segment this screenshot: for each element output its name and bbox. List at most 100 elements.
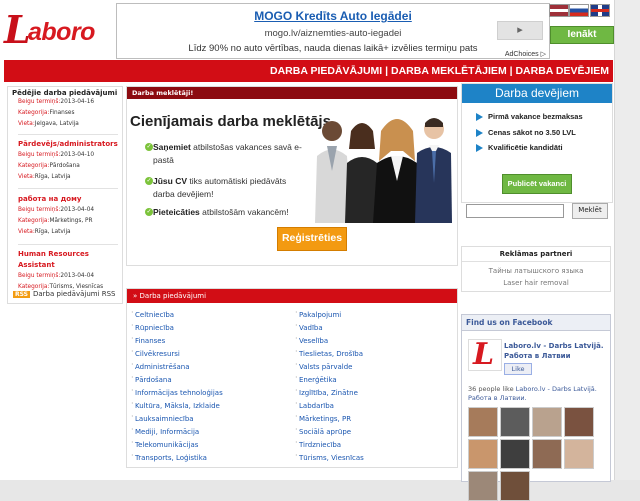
check-icon: ✓ xyxy=(145,177,153,185)
location: Rīga, Latvija xyxy=(34,174,71,180)
job-categories-header[interactable]: » Darba piedāvājumi xyxy=(127,289,457,303)
location: Jelgava, Latvija xyxy=(34,121,79,127)
category-link[interactable]: Finanses xyxy=(131,334,165,345)
facebook-title: Find us on Facebook xyxy=(462,315,610,331)
category-link[interactable]: Pārdošana xyxy=(131,373,172,384)
category-link[interactable]: Celtniecība xyxy=(131,308,174,319)
post-vacancy-button[interactable]: Publicēt vakanci xyxy=(502,174,572,194)
employer-benefit-text: Pirmā vakance bezmaksas xyxy=(488,112,583,121)
latvia-flag-icon[interactable] xyxy=(549,4,569,17)
latest-jobs-title: Pēdējie darba piedāvājumi xyxy=(12,89,118,97)
employer-benefit: Pirmā vakance bezmaksas xyxy=(476,112,583,121)
location-label: Vieta: xyxy=(18,174,35,180)
job-seekers-panel: Darba meklētāji! Cienījamais darba meklē… xyxy=(126,86,458,266)
page: L aboro MOGO Kredīts Auto Iegādei mogo.l… xyxy=(0,0,615,501)
category-link[interactable]: Labdarība xyxy=(295,399,334,410)
language-switcher xyxy=(549,4,611,17)
fan-avatar[interactable] xyxy=(564,439,594,469)
ad-arrow-button[interactable]: ▸ xyxy=(497,21,543,40)
site-logo[interactable]: L aboro xyxy=(4,11,112,49)
benefit-bold: Jūsu CV xyxy=(153,176,188,186)
job-seekers-title: Cienījamais darba meklētājs xyxy=(130,113,331,130)
fan-avatar[interactable] xyxy=(532,407,562,437)
facebook-like-button[interactable]: Like xyxy=(504,363,532,375)
fan-avatar[interactable] xyxy=(564,407,594,437)
job-item[interactable]: Pārdevējs/administrators Beigu termiņš:2… xyxy=(18,139,124,183)
job-title[interactable]: Pārdevējs/administrators xyxy=(18,139,124,150)
login-button[interactable]: Ienākt xyxy=(550,26,614,44)
benefit-item: ✓ Jūsu CV tiks automātiski piedāvāts dar… xyxy=(145,175,308,200)
fan-avatar[interactable] xyxy=(468,439,498,469)
ad-url[interactable]: mogo.lv/aiznemties-auto-iegadei xyxy=(117,28,549,39)
job-item[interactable]: Human Resources Assistant Beigu termiņš:… xyxy=(18,249,124,293)
job-title[interactable]: Human Resources Assistant xyxy=(18,249,124,271)
ad-description: Līdz 90% no auto vērtības, nauda dienas … xyxy=(188,43,478,54)
job-item[interactable]: работа на дому Beigu termiņš:2013-04-04 … xyxy=(18,194,124,238)
category-link[interactable]: Kultūra, Māksla, Izklaide xyxy=(131,399,220,410)
location-label: Vieta: xyxy=(18,229,35,235)
category-link[interactable]: Mediji, Informācija xyxy=(131,425,199,436)
benefit-text: atbilstošām vakancēm! xyxy=(199,207,289,217)
russia-flag-icon[interactable] xyxy=(569,4,589,17)
search-button[interactable]: Meklēt xyxy=(572,203,608,219)
search-input[interactable] xyxy=(466,204,564,218)
category-link[interactable]: Enerģētika xyxy=(295,373,337,384)
adchoices-icon[interactable]: AdChoices ▷ xyxy=(502,50,548,58)
main-nav: DARBA PIEDĀVĀJUMI | DARBA MEKLĒTĀJIEM | … xyxy=(4,60,613,82)
location-label: Vieta: xyxy=(18,121,35,127)
fan-avatar[interactable] xyxy=(468,471,498,501)
facebook-page-logo[interactable]: L xyxy=(468,337,502,372)
fan-avatar[interactable] xyxy=(500,471,530,501)
category-link[interactable]: Cilvēkresursi xyxy=(131,347,180,358)
category-label: Kategorija: xyxy=(18,110,50,116)
page-scrollbar[interactable] xyxy=(614,0,640,480)
partner-link[interactable]: Тайны латышского языка xyxy=(462,267,610,275)
deadline: 2013-04-10 xyxy=(60,152,95,158)
job-item[interactable]: Beigu termiņš:2013-04-16 Kategorija:Fina… xyxy=(18,97,124,130)
job-seekers-header: Darba meklētāji! xyxy=(127,87,457,99)
ad-partners: Reklāmas partneri Тайны латышского языка… xyxy=(461,246,611,292)
deadline: 2013-04-16 xyxy=(60,99,95,105)
nav-links[interactable]: DARBA PIEDĀVĀJUMI | DARBA MEKLĒTĀJIEM | … xyxy=(270,65,609,77)
fan-avatar[interactable] xyxy=(532,439,562,469)
category-link[interactable]: Informācijas tehnoloģijas xyxy=(131,386,223,397)
fan-avatar[interactable] xyxy=(468,407,498,437)
category-link[interactable]: Vadība xyxy=(295,321,323,332)
category-link[interactable]: Tieslietas, Drošība xyxy=(295,347,363,358)
divider xyxy=(18,134,118,135)
category-link[interactable]: Tirdzniecība xyxy=(295,438,341,449)
rss-link[interactable]: RSS Darba piedāvājumi RSS xyxy=(13,290,116,298)
divider xyxy=(18,244,118,245)
category-link[interactable]: Valsts pārvalde xyxy=(295,360,353,371)
category-link[interactable]: Rūpniecība xyxy=(131,321,174,332)
deadline: 2013-04-04 xyxy=(60,207,95,213)
category: Pārdošana xyxy=(49,163,80,169)
category-link[interactable]: Tūrisms, Viesnīcas xyxy=(295,451,364,462)
business-people-image xyxy=(315,118,452,223)
category-link[interactable]: Telekomunikācijas xyxy=(131,438,198,449)
employers-header: Darba devējiem xyxy=(462,84,612,103)
deadline-label: Beigu termiņš: xyxy=(18,273,61,279)
fan-avatar[interactable] xyxy=(500,407,530,437)
partner-link[interactable]: Laser hair removal xyxy=(462,279,610,287)
fan-avatar[interactable] xyxy=(500,439,530,469)
job-title[interactable]: работа на дому xyxy=(18,194,124,205)
uk-flag-icon[interactable] xyxy=(590,4,610,17)
category-link[interactable]: Mārketings, PR xyxy=(295,412,351,423)
arrow-right-icon xyxy=(476,144,483,152)
facebook-page-name[interactable]: Laboro.lv - Darbs Latvijā. Работа в Латв… xyxy=(504,341,606,361)
partners-title: Reklāmas partneri xyxy=(462,247,610,262)
category-link[interactable]: Veselība xyxy=(295,334,328,345)
category-link[interactable]: Administrēšana xyxy=(131,360,189,371)
register-button[interactable]: Reģistrēties xyxy=(277,227,347,251)
category-link[interactable]: Izglītība, Zinātne xyxy=(295,386,358,397)
category-link[interactable]: Lauksaimniecība xyxy=(131,412,194,423)
logo-text: aboro xyxy=(28,18,95,46)
ad-title[interactable]: MOGO Kredīts Auto Iegādei xyxy=(117,9,549,23)
category-link[interactable]: Transports, Loģistika xyxy=(131,451,207,462)
ad-banner[interactable]: MOGO Kredīts Auto Iegādei mogo.lv/aiznem… xyxy=(116,3,550,59)
deadline: 2013-04-04 xyxy=(60,273,95,279)
category: Mārketings, PR xyxy=(49,218,93,224)
category-link[interactable]: Sociālā aprūpe xyxy=(295,425,351,436)
category-link[interactable]: Pakalpojumi xyxy=(295,308,341,319)
